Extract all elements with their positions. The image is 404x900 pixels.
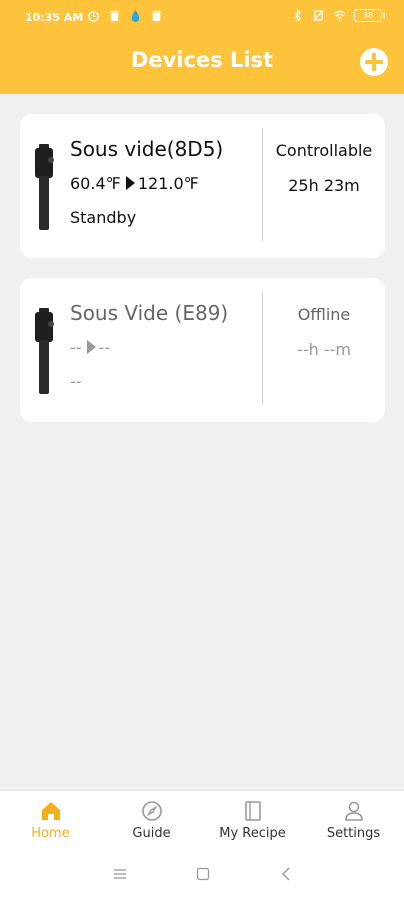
nav-settings[interactable]: Settings xyxy=(303,791,404,847)
compass-icon xyxy=(141,801,162,821)
trash-icon xyxy=(151,10,162,22)
system-navigation-bar xyxy=(0,846,404,900)
book-icon xyxy=(244,801,261,821)
notification-icons xyxy=(87,9,163,22)
home-icon xyxy=(41,802,60,820)
add-device-button[interactable] xyxy=(359,47,389,77)
nav-settings-label: Settings xyxy=(326,826,381,841)
sous-vide-device-icon xyxy=(35,308,54,394)
back-icon[interactable] xyxy=(279,866,295,882)
device-card[interactable]: Sous vide(8D5) 60.4℉ 121.0℉ Standby Contr… xyxy=(20,114,385,258)
arrow-right-icon xyxy=(125,176,135,190)
alarm-icon xyxy=(88,11,99,22)
arrow-right-icon xyxy=(86,340,96,354)
bottom-navigation: Home Guide My Recipe Settings xyxy=(0,790,404,847)
connection-status: Offline xyxy=(297,305,351,324)
bluetooth-icon xyxy=(294,9,302,22)
remaining-time: 25h 23m xyxy=(288,176,360,195)
temperature-readout: -- -- xyxy=(70,338,110,357)
target-temperature: 121.0℉ xyxy=(137,174,199,193)
nav-my-recipe-label: My Recipe xyxy=(219,826,286,841)
nav-home[interactable]: Home xyxy=(0,791,101,847)
remaining-time: --h --m xyxy=(297,340,351,359)
user-icon xyxy=(344,801,363,821)
page-title: Devices List xyxy=(130,48,274,72)
device-state: Standby xyxy=(70,208,137,227)
wifi-icon xyxy=(333,10,346,22)
app-header: 10:35 AM 38 Devices List xyxy=(0,0,404,94)
device-name: Sous Vide (E89) xyxy=(70,301,229,325)
home-button-icon[interactable] xyxy=(195,866,211,882)
system-status-icons: 38 xyxy=(291,9,385,22)
nav-guide[interactable]: Guide xyxy=(101,791,202,847)
temperature-readout: 60.4℉ 121.0℉ xyxy=(70,174,199,193)
device-state: -- xyxy=(70,372,82,391)
trash-icon xyxy=(109,10,120,22)
device-name: Sous vide(8D5) xyxy=(70,137,224,161)
status-bar: 10:35 AM 38 xyxy=(0,0,404,36)
current-temperature: 60.4℉ xyxy=(70,174,121,193)
target-temperature: -- xyxy=(98,338,111,357)
current-temperature: -- xyxy=(70,338,82,357)
status-time: 10:35 AM xyxy=(25,11,84,24)
battery-icon: 38 xyxy=(354,9,385,22)
connection-status: Controllable xyxy=(275,141,373,160)
device-card[interactable]: Sous Vide (E89) -- -- -- Offline --h --m xyxy=(20,278,385,422)
sous-vide-device-icon xyxy=(35,144,54,230)
nav-home-label: Home xyxy=(31,826,70,841)
nav-guide-label: Guide xyxy=(132,826,171,841)
menu-icon[interactable] xyxy=(112,866,128,882)
drop-icon xyxy=(131,9,140,22)
silent-icon xyxy=(313,10,324,21)
nav-my-recipe[interactable]: My Recipe xyxy=(202,791,303,847)
